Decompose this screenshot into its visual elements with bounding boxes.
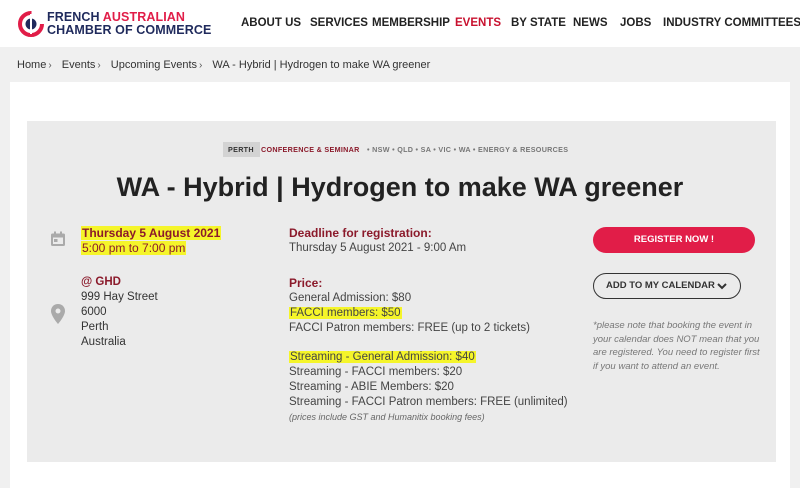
register-now-button[interactable]: REGISTER NOW ! [593, 227, 755, 253]
breadcrumb-current: WA - Hybrid | Hydrogen to make WA greene… [212, 59, 431, 71]
price-members: FACCI members: $50 [289, 307, 402, 319]
event-title: WA - Hybrid | Hydrogen to make WA greene… [116, 172, 684, 202]
event-datetime: Thursday 5 August 2021 5:00 pm to 7:00 p… [81, 226, 222, 256]
price-section: Price: General Admission: $80 FACCI memb… [289, 276, 568, 425]
location-postcode: 6000 [81, 306, 107, 318]
tag-state[interactable]: PERTH [223, 142, 260, 157]
breadcrumb: Home › Events › Upcoming Events › WA - Hybr… [17, 59, 430, 71]
calendar-note: *please note that booking the event in y… [593, 320, 760, 372]
nav-news[interactable]: NEWS [573, 17, 608, 29]
event-date: Thursday 5 August 2021 [81, 226, 222, 240]
main-nav: ABOUT US SERVICES MEMBERSHIP EVENTS BY S… [0, 17, 800, 31]
registration-deadline: Deadline for registration: Thursday 5 Au… [289, 226, 466, 256]
nav-industry-committees[interactable]: INDUSTRY COMMITTEES [663, 17, 800, 29]
price-note: (prices include GST and Humanitix bookin… [289, 412, 485, 422]
map-pin-icon [51, 304, 65, 324]
location-country: Australia [81, 336, 126, 348]
nav-services[interactable]: SERVICES [310, 17, 368, 29]
site-header: FRENCH AUSTRALIAN CHAMBER OF COMMERCE AB… [0, 0, 800, 47]
deadline-label: Deadline for registration: [289, 226, 432, 240]
location-street: 999 Hay Street [81, 291, 158, 303]
nav-events[interactable]: EVENTS [455, 17, 501, 29]
price-label: Price: [289, 276, 323, 290]
breadcrumb-chevron-icon: › [48, 60, 52, 71]
breadcrumb-events[interactable]: Events [62, 59, 96, 71]
calendar-icon [51, 231, 65, 246]
tag-category[interactable]: CONFERENCE & SEMINAR [261, 145, 360, 154]
breadcrumb-home[interactable]: Home [17, 59, 46, 71]
breadcrumb-upcoming-events[interactable]: Upcoming Events [111, 59, 197, 71]
location-city: Perth [81, 321, 109, 333]
price-streaming-members: Streaming - FACCI members: $20 [289, 366, 463, 378]
event-time: 5:00 pm to 7:00 pm [81, 241, 187, 255]
add-to-calendar-label: ADD TO MY CALENDAR [606, 280, 715, 291]
breadcrumb-chevron-icon: › [199, 60, 203, 71]
price-general: General Admission: $80 [289, 292, 412, 304]
breadcrumb-chevron-icon: › [97, 60, 101, 71]
event-location: @ GHD 999 Hay Street 6000 Perth Australi… [81, 275, 158, 350]
nav-by-state[interactable]: BY STATE [511, 17, 566, 29]
add-to-calendar-button[interactable]: ADD TO MY CALENDAR [593, 273, 741, 299]
nav-membership[interactable]: MEMBERSHIP [372, 17, 450, 29]
price-patron: FACCI Patron members: FREE (up to 2 tick… [289, 322, 530, 334]
chevron-down-icon [717, 283, 727, 290]
price-streaming-abie: Streaming - ABIE Members: $20 [289, 381, 454, 393]
nav-jobs[interactable]: JOBS [620, 17, 651, 29]
tag-other-states: • NSW • QLD • SA • VIC • WA • ENERGY & R… [367, 145, 569, 154]
price-streaming-patron: Streaming - FACCI Patron members: FREE (… [289, 396, 568, 408]
location-venue: @ GHD [81, 276, 121, 288]
price-streaming-general: Streaming - General Admission: $40 [289, 351, 476, 363]
nav-about-us[interactable]: ABOUT US [241, 17, 301, 29]
deadline-value: Thursday 5 August 2021 - 9:00 Am [289, 242, 467, 254]
